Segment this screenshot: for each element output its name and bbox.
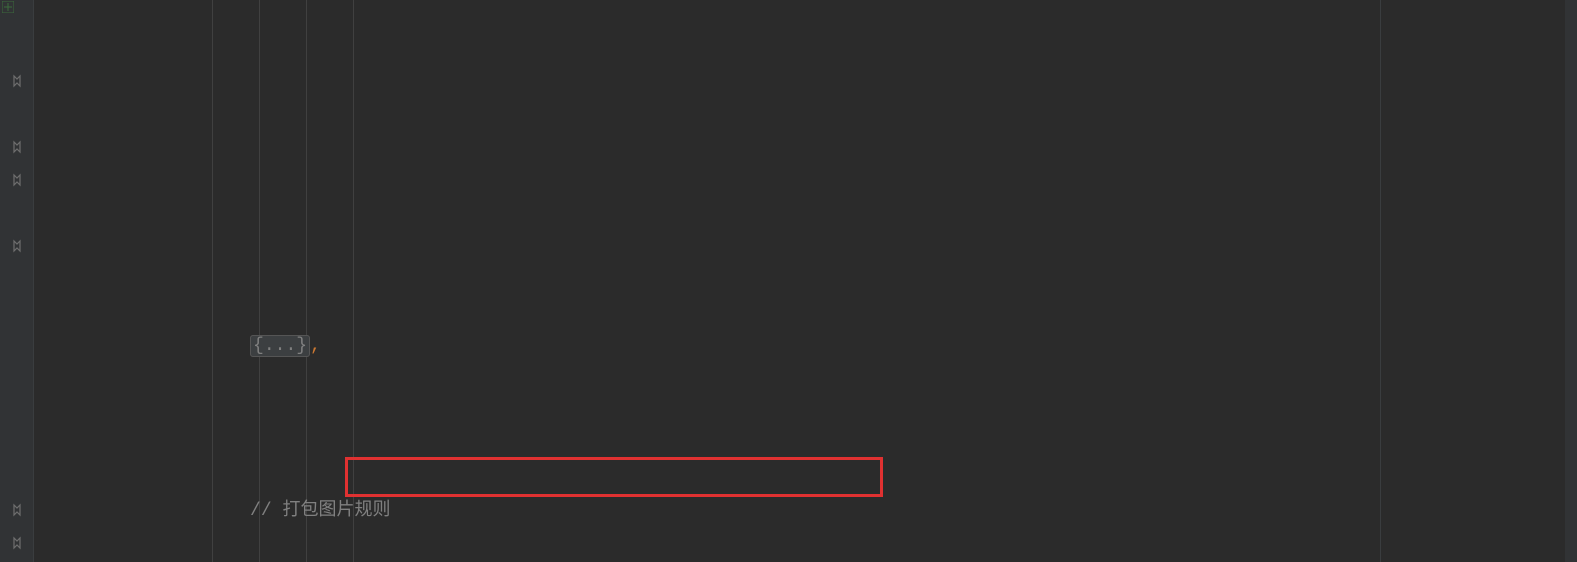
code-comment: // 打包图片规则 — [250, 501, 390, 521]
folded-region[interactable]: {...} — [250, 335, 310, 357]
code-token: , — [310, 336, 321, 356]
code-editor-area[interactable]: {...}, // 打包图片规则 { test: /\.(png|jpg|gif… — [34, 0, 1577, 562]
fold-collapse-icon[interactable] — [10, 140, 24, 154]
editor-gutter — [0, 0, 34, 562]
fold-expand-icon[interactable] — [10, 503, 24, 517]
fold-collapse-icon[interactable] — [10, 173, 24, 187]
code-line[interactable]: {...}, — [34, 297, 1577, 330]
fold-collapse-icon[interactable] — [10, 74, 24, 88]
add-plus-icon[interactable] — [2, 1, 16, 15]
fold-expand-icon[interactable] — [10, 536, 24, 550]
fold-collapse-icon[interactable] — [10, 239, 24, 253]
code-line[interactable]: // 打包图片规则 — [34, 462, 1577, 495]
